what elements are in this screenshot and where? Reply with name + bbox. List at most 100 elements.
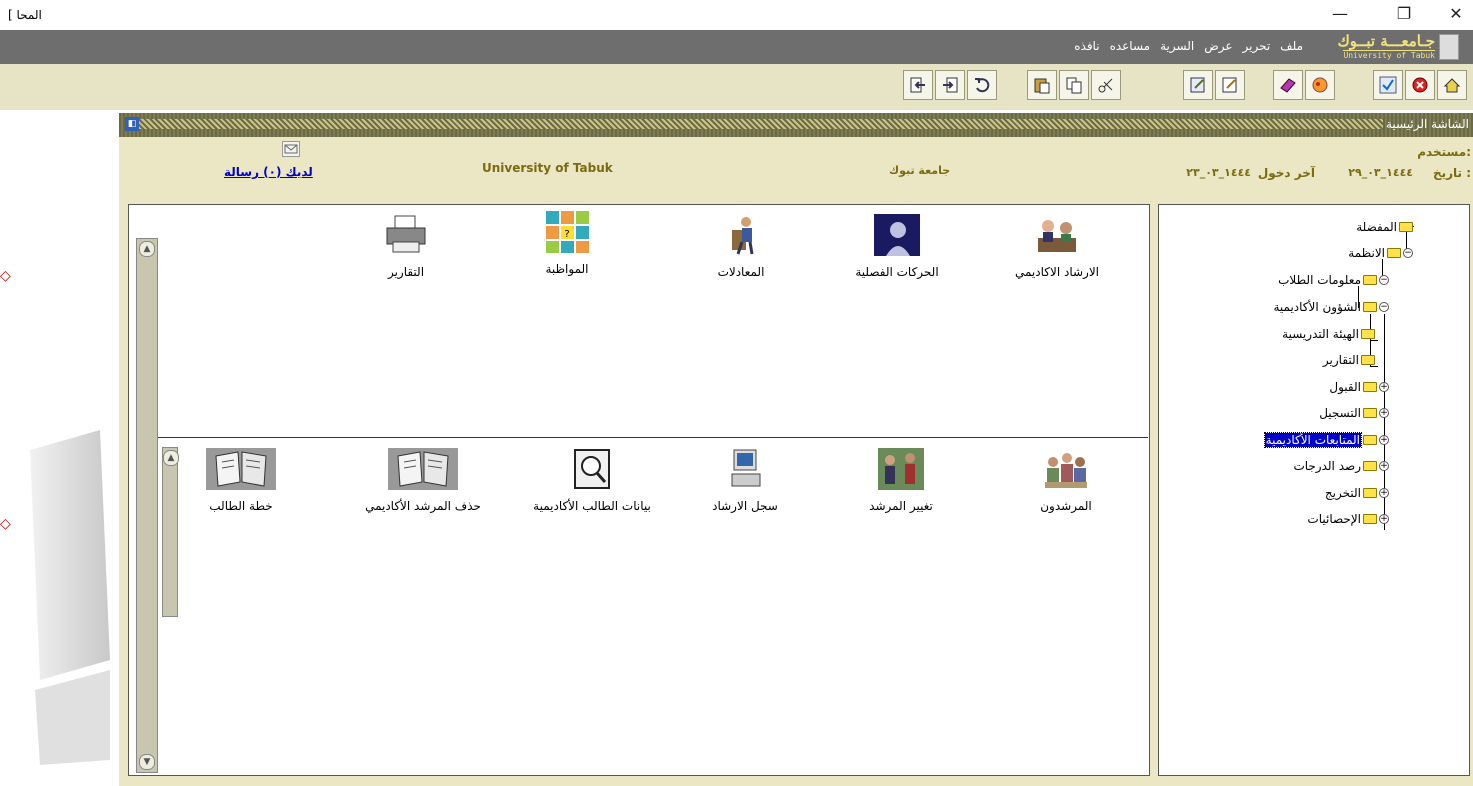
exit-button[interactable] — [935, 70, 965, 100]
tree-item-statistics[interactable]: + الإحصائيات — [1307, 510, 1389, 528]
home-button[interactable] — [1437, 70, 1467, 100]
close-button[interactable]: ✕ — [1444, 4, 1468, 24]
page-title: الشاشة الرئيسية — [1386, 117, 1469, 131]
tree-item-label: رصد الدرجات — [1293, 459, 1361, 473]
edit-alt-icon — [1190, 77, 1205, 93]
silhouette-icon — [874, 214, 920, 256]
documents-icon — [206, 448, 276, 490]
folder-icon — [1363, 514, 1377, 524]
expand-icon[interactable]: + — [1379, 488, 1389, 498]
scroll-up-icon[interactable]: ▲ — [139, 241, 155, 257]
main-scrollbar[interactable]: ▲ ▼ — [136, 238, 158, 773]
tile-delete-advisor[interactable]: حذف المرشد الأكاديمي — [358, 448, 488, 513]
tree-item-label: التخريج — [1324, 486, 1361, 500]
tile-change-advisor[interactable]: تغيير المرشد — [836, 448, 966, 513]
tile-student-plan[interactable]: خطة الطالب — [176, 448, 306, 513]
marker-icon: ◇ — [0, 516, 11, 532]
collapse-icon[interactable]: − — [1403, 248, 1413, 258]
book-button[interactable] — [1273, 70, 1303, 100]
undo-button[interactable] — [967, 70, 997, 100]
tree-item-graduation[interactable]: + التخريج — [1325, 484, 1389, 502]
cancel-button[interactable] — [1405, 70, 1435, 100]
message-icon[interactable] — [282, 141, 300, 157]
tree-item-admission[interactable]: + القبول — [1329, 378, 1389, 396]
tree-item-academic-followups[interactable]: + المتابعات الأكاديمية — [1263, 431, 1389, 449]
menu-help[interactable]: مساعده — [1110, 39, 1151, 53]
tree-item-favorites[interactable]: المفضلة — [1356, 218, 1413, 236]
tile-label: بيانات الطالب الأكاديمية — [533, 499, 651, 513]
minimize-button[interactable]: — — [1328, 4, 1352, 24]
menu-window[interactable]: نافذه — [1074, 39, 1099, 53]
tile-attendance[interactable]: ? المواظبة — [502, 211, 632, 276]
edit-button[interactable] — [1215, 70, 1245, 100]
scroll-down-icon[interactable]: ▼ — [139, 754, 155, 770]
folder-icon — [1363, 382, 1377, 392]
menu-edit[interactable]: تحرير — [1243, 39, 1271, 53]
computer-icon — [731, 449, 761, 487]
menu-view[interactable]: عرض — [1204, 39, 1232, 53]
cancel-icon — [1412, 77, 1428, 93]
tree-item-label: القبول — [1329, 380, 1361, 394]
svg-text:?: ? — [564, 229, 569, 240]
collapse-icon[interactable]: − — [1379, 302, 1389, 312]
advising-icon — [1038, 220, 1076, 252]
logo-text-en: University of Tabuk — [1343, 50, 1435, 60]
tile-academic-advising[interactable]: الارشاد الاكاديمي — [992, 214, 1122, 279]
info-band: مستخدم: تاريخ : ١٤٤٤_٠٣_٢٩ آخر دخول ١٤٤٤… — [119, 137, 1473, 184]
image-button[interactable] — [1305, 70, 1335, 100]
tile-semester-moves[interactable]: الحركات الفصلية — [832, 214, 962, 279]
tile-equivalences[interactable]: المعادلات — [676, 214, 806, 279]
main-header: الشاشة الرئيسية — [119, 113, 1473, 137]
tile-label: خطة الطالب — [209, 499, 273, 513]
worker-icon — [732, 217, 754, 255]
tile-student-academic-data[interactable]: بيانات الطالب الأكاديمية — [527, 448, 657, 513]
menubar: ملف تحرير عرض السرية مساعده نافذه جـامعـ… — [0, 30, 1473, 64]
tile-reports[interactable]: التقارير — [341, 214, 471, 279]
university-name-en: University of Tabuk — [482, 161, 613, 175]
expand-icon[interactable]: + — [1379, 435, 1389, 445]
group-icon — [1045, 453, 1087, 488]
tree-item-faculty[interactable]: الهيئة التدريسية — [1282, 325, 1375, 343]
tile-advisors[interactable]: المرشدون — [1001, 448, 1131, 513]
copy-button[interactable] — [1059, 70, 1089, 100]
tree-item-label: الشؤون الأكاديمية — [1273, 300, 1361, 314]
tree-item-student-info[interactable]: − معلومات الطلاب — [1278, 271, 1389, 289]
marker-icon: ◇ — [0, 268, 11, 284]
tile-label: التقارير — [387, 265, 425, 279]
people-icon — [878, 448, 924, 490]
cut-button[interactable] — [1091, 70, 1121, 100]
edit-alt-button[interactable] — [1183, 70, 1213, 100]
tree-item-reports[interactable]: التقارير — [1323, 351, 1375, 369]
expand-icon[interactable]: + — [1379, 514, 1389, 524]
check-button[interactable] — [1373, 70, 1403, 100]
date-label: تاريخ : — [1432, 166, 1471, 180]
menu-security[interactable]: السرية — [1160, 39, 1194, 53]
expand-icon[interactable]: + — [1379, 408, 1389, 418]
expand-icon[interactable]: + — [1379, 461, 1389, 471]
tree-item-grades[interactable]: + رصد الدرجات — [1293, 457, 1389, 475]
tile-label: المرشدون — [1040, 499, 1092, 513]
expand-icon[interactable]: + — [1379, 382, 1389, 392]
tile-advising-log[interactable]: سجل الارشاد — [680, 448, 810, 513]
restore-button[interactable]: ❐ — [1392, 4, 1416, 24]
menu-file[interactable]: ملف — [1280, 39, 1303, 53]
paste-icon — [1034, 78, 1050, 94]
folder-icon — [1361, 329, 1375, 339]
tree-item-academic-affairs[interactable]: − الشؤون الأكاديمية — [1273, 298, 1389, 316]
tile-label: المواظبة — [545, 262, 589, 276]
tree-item-systems[interactable]: − الانظمة — [1348, 244, 1413, 262]
documents-icon — [388, 448, 458, 490]
folder-icon — [1363, 435, 1377, 445]
collapse-icon[interactable]: − — [1379, 275, 1389, 285]
user-label: مستخدم: — [1417, 145, 1471, 159]
paste-button[interactable] — [1027, 70, 1057, 100]
tree-item-registration[interactable]: + التسجيل — [1319, 404, 1389, 422]
magnifier-icon — [574, 449, 610, 489]
enter-icon — [910, 77, 925, 93]
window-menu-icon[interactable]: ◧ — [125, 117, 139, 131]
book-icon — [1280, 78, 1296, 93]
tile-label: حذف المرشد الأكاديمي — [365, 499, 481, 513]
enter-button[interactable] — [903, 70, 933, 100]
tile-label: تغيير المرشد — [869, 499, 933, 513]
messages-link[interactable]: لديك (٠) رسالة — [224, 165, 313, 179]
